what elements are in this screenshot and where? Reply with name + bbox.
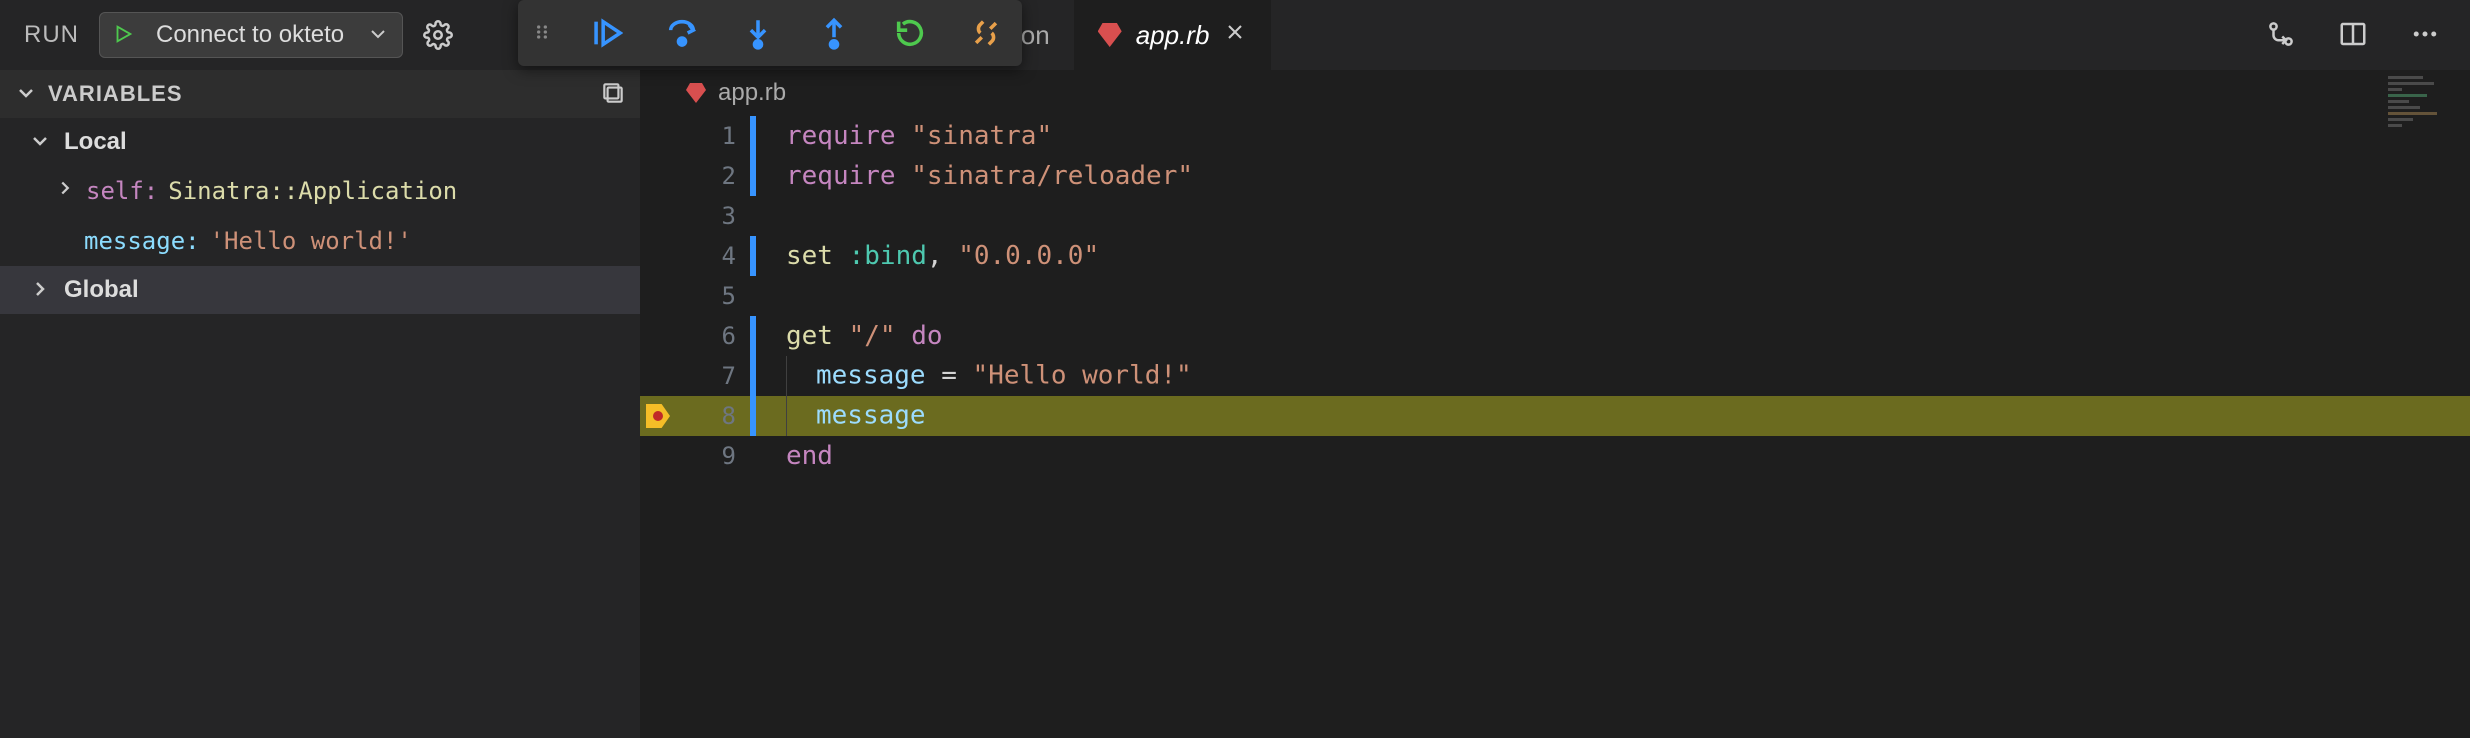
debug-config-selector[interactable]: Connect to okteto — [99, 12, 403, 58]
code-line[interactable]: 1 require "sinatra" — [640, 116, 2470, 156]
variables-group-global[interactable]: Global — [0, 266, 640, 314]
line-number[interactable]: 7 — [640, 362, 750, 390]
panel-title: VARIABLES — [48, 81, 183, 107]
coverage-indicator — [750, 236, 756, 276]
code-text: require "sinatra" — [786, 121, 1052, 151]
more-icon[interactable] — [2410, 19, 2440, 52]
collapse-all-icon[interactable] — [600, 80, 626, 109]
grip-icon[interactable] — [532, 22, 552, 45]
variables-group-local[interactable]: Local — [0, 118, 640, 166]
debug-toolbar — [518, 0, 1022, 66]
ruby-icon — [1098, 23, 1122, 47]
coverage-indicator — [750, 196, 756, 236]
variable-row-message[interactable]: message: 'Hello world!' — [0, 216, 640, 266]
close-icon[interactable] — [1223, 20, 1247, 51]
variable-key: message: — [84, 227, 200, 255]
disconnect-button[interactable] — [964, 11, 1008, 55]
variable-row-self[interactable]: self: Sinatra::Application — [0, 166, 640, 216]
variable-value: Sinatra::Application — [168, 177, 457, 205]
group-name: Global — [64, 276, 139, 304]
continue-button[interactable] — [584, 11, 628, 55]
chevron-right-icon — [54, 177, 76, 205]
coverage-indicator — [750, 276, 756, 316]
code-line[interactable]: 5 — [640, 276, 2470, 316]
code-text: get "/" do — [786, 321, 943, 351]
line-number[interactable]: 2 — [640, 162, 750, 190]
breakpoint-marker[interactable] — [646, 404, 670, 428]
code-text: require "sinatra/reloader" — [786, 161, 1193, 191]
debug-config-name: Connect to okteto — [148, 21, 352, 49]
code-line[interactable]: 2 require "sinatra/reloader" — [640, 156, 2470, 196]
code-line[interactable]: 4 set :bind, "0.0.0.0" — [640, 236, 2470, 276]
split-editor-icon[interactable] — [2338, 19, 2368, 52]
step-out-button[interactable] — [812, 11, 856, 55]
line-number[interactable]: 1 — [640, 122, 750, 150]
coverage-indicator — [750, 316, 756, 356]
breadcrumb[interactable]: app.rb — [640, 70, 2470, 116]
code-editor[interactable]: app.rb 1 require "sinatra" 2 require "sinat… — [640, 70, 2470, 738]
code-line[interactable]: 7 message = "Hello world!" — [640, 356, 2470, 396]
code-text: end — [786, 441, 833, 471]
minimap[interactable] — [2388, 76, 2458, 126]
line-number[interactable]: 4 — [640, 242, 750, 270]
line-number[interactable]: 6 — [640, 322, 750, 350]
code-line[interactable]: 6 get "/" do — [640, 316, 2470, 356]
variables-sidebar: VARIABLES Local self: Sinatra::Applicati… — [0, 70, 640, 738]
chevron-down-icon[interactable] — [366, 22, 390, 49]
coverage-indicator — [750, 116, 756, 156]
line-number[interactable]: 3 — [640, 202, 750, 230]
code-line[interactable]: 3 — [640, 196, 2470, 236]
line-number[interactable]: 9 — [640, 442, 750, 470]
variables-panel-header[interactable]: VARIABLES — [0, 70, 640, 118]
ruby-icon — [686, 83, 706, 103]
variable-value: 'Hello world!' — [210, 227, 412, 255]
step-over-button[interactable] — [660, 11, 704, 55]
gear-icon[interactable] — [423, 20, 453, 50]
step-into-button[interactable] — [736, 11, 780, 55]
coverage-indicator — [750, 396, 756, 436]
compare-icon[interactable] — [2266, 19, 2296, 52]
code-line[interactable]: 8 message — [640, 396, 2470, 436]
code-text: message = "Hello world!" — [786, 356, 1192, 396]
coverage-indicator — [750, 436, 756, 476]
coverage-indicator — [750, 356, 756, 396]
chevron-right-icon — [28, 277, 52, 304]
play-icon[interactable] — [112, 23, 134, 48]
variable-key: self: — [86, 177, 158, 205]
breadcrumb-file: app.rb — [718, 79, 786, 107]
chevron-down-icon — [28, 129, 52, 156]
chevron-down-icon — [14, 81, 38, 108]
restart-button[interactable] — [888, 11, 932, 55]
editor-tab-app-rb[interactable]: app.rb — [1074, 0, 1272, 70]
coverage-indicator — [750, 156, 756, 196]
code-line[interactable]: 9 end — [640, 436, 2470, 476]
run-panel-label: RUN — [24, 21, 79, 49]
group-name: Local — [64, 128, 127, 156]
line-number[interactable]: 5 — [640, 282, 750, 310]
code-text: set :bind, "0.0.0.0" — [786, 241, 1099, 271]
line-number[interactable]: 8 — [640, 402, 750, 430]
tab-title: app.rb — [1136, 20, 1210, 51]
code-text: message — [786, 396, 926, 436]
